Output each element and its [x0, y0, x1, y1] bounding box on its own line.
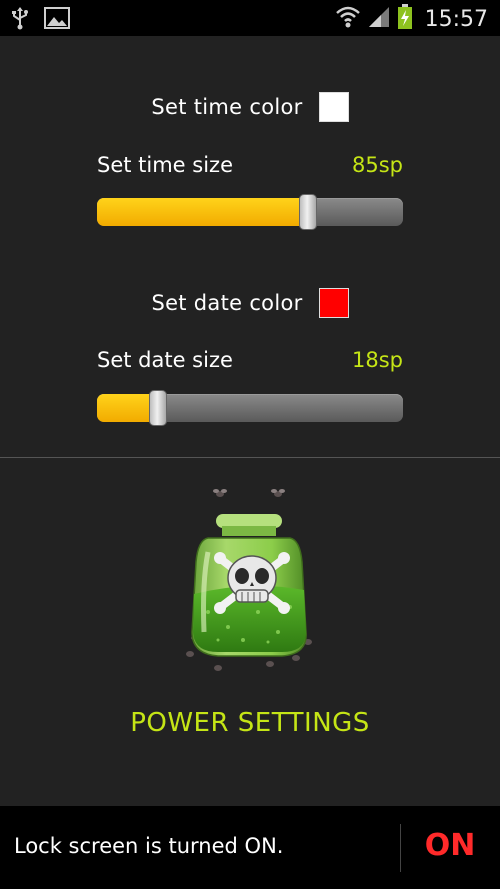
- time-size-label: Set time size: [97, 153, 233, 177]
- date-size-thumb[interactable]: [149, 390, 167, 426]
- battery-charging-icon: [397, 4, 413, 34]
- lock-status-message: Lock screen is turned ON.: [14, 834, 284, 858]
- section-divider: [0, 457, 500, 458]
- date-color-label: Set date color: [151, 291, 303, 315]
- time-size-value: 85sp: [352, 153, 403, 177]
- time-color-label: Set time color: [151, 95, 303, 119]
- date-size-slider[interactable]: [97, 390, 403, 426]
- date-color-row[interactable]: Set date color: [0, 288, 500, 318]
- wifi-icon: [335, 5, 361, 33]
- time-size-fill: [97, 198, 308, 226]
- time-color-swatch[interactable]: [318, 92, 349, 122]
- power-settings-button[interactable]: POWER SETTINGS: [0, 708, 500, 738]
- date-color-swatch[interactable]: [318, 288, 349, 318]
- lock-toggle-button[interactable]: ON: [400, 828, 500, 863]
- date-size-row: Set date size 18sp: [97, 348, 403, 378]
- usb-icon: [10, 6, 30, 34]
- time-size-slider[interactable]: [97, 194, 403, 230]
- time-size-row: Set time size 85sp: [97, 153, 403, 183]
- status-time: 15:57: [424, 6, 488, 32]
- date-size-label: Set date size: [97, 348, 233, 372]
- time-size-thumb[interactable]: [299, 194, 317, 230]
- status-bar: 15:57: [0, 0, 500, 36]
- time-color-row[interactable]: Set time color: [0, 92, 500, 122]
- image-icon: [44, 6, 70, 34]
- signal-icon: [367, 5, 391, 33]
- lock-screen-bar: Lock screen is turned ON. ON: [0, 806, 500, 889]
- date-size-value: 18sp: [352, 348, 403, 372]
- poison-jar-icon[interactable]: [178, 482, 323, 682]
